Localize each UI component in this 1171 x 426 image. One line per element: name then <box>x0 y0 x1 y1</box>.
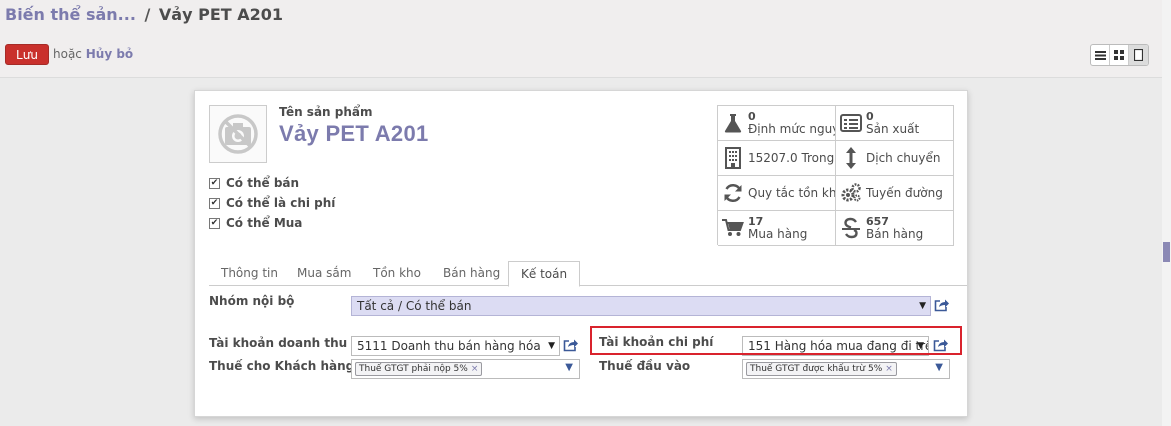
strikethrough-icon <box>840 217 862 239</box>
customer-taxes-label: Thuế cho Khách hàng <box>209 359 355 373</box>
can-be-sold-row: ✔ Có thể bán <box>209 173 335 193</box>
remove-tag-icon[interactable]: × <box>471 364 479 374</box>
routes-label: Tuyến đường <box>866 185 943 200</box>
purchases-label: Mua hàng <box>748 227 808 241</box>
breadcrumb-parent-link[interactable]: Biến thể sản... <box>5 5 136 24</box>
on-hand-label: 15207.0 Trong kh <box>748 150 835 165</box>
form-sheet: Tên sản phẩm Vảy PET A201 ✔ Có thể bán ✔… <box>194 90 968 417</box>
internal-category-select[interactable]: Tất cả / Có thể bán ▼ <box>351 296 931 316</box>
product-name-label: Tên sản phẩm <box>279 105 373 119</box>
chevron-down-icon: ▼ <box>919 301 926 311</box>
list-view-button[interactable] <box>1091 45 1110 65</box>
vendor-tax-tag: Thuế GTGT được khấu trừ 5% × <box>746 362 897 376</box>
manufacturing-label: Sản xuất <box>866 122 920 136</box>
manufacturing-button[interactable]: 0 Sản xuất <box>836 106 954 141</box>
discard-button[interactable]: Hủy bỏ <box>86 47 133 61</box>
external-link-icon[interactable] <box>562 337 580 353</box>
tab-information[interactable]: Thông tin <box>209 261 290 286</box>
smart-buttons: 0Định mức nguyên 0Sản xuất 15207.0 Trong… <box>717 105 954 246</box>
reordering-rules-button[interactable]: Quy tắc tồn kho <box>718 176 836 211</box>
customer-taxes-field[interactable]: Thuế GTGT phải nộp 5% × ▼ <box>351 359 580 379</box>
bom-button[interactable]: 0Định mức nguyên <box>718 106 836 141</box>
scrollbar[interactable] <box>1162 0 1171 426</box>
no-image-camera-icon <box>218 114 258 154</box>
product-image[interactable] <box>209 105 267 163</box>
list-alt-icon <box>840 112 862 134</box>
can-be-purchased-checkbox[interactable]: ✔ <box>209 217 220 229</box>
can-be-purchased-label: Có thể Mua <box>226 216 303 230</box>
chevron-down-icon[interactable]: ▼ <box>935 362 943 373</box>
can-be-expensed-label: Có thể là chi phí <box>226 196 336 210</box>
notebook-tabs: Thông tin Mua sắm Tồn kho Bán hàng Kế to… <box>209 257 967 287</box>
can-be-sold-checkbox[interactable]: ✔ <box>209 177 220 189</box>
breadcrumb-current: Vảy PET A201 <box>158 5 284 24</box>
tab-accounting[interactable]: Kế toán <box>508 261 581 287</box>
breadcrumb: Biến thể sản... / Vảy PET A201 <box>5 5 283 24</box>
product-checkboxes: ✔ Có thể bán ✔ Có thể là chi phí ✔ Có th… <box>209 173 335 233</box>
purchases-button[interactable]: 17 Mua hàng <box>718 211 836 246</box>
can-be-expensed-row: ✔ Có thể là chi phí <box>209 193 335 213</box>
tab-sales[interactable]: Bán hàng <box>431 261 512 286</box>
vendor-taxes-label: Thuế đầu vào <box>599 359 691 373</box>
income-account-value: 5111 Doanh thu bán hàng hóa <box>357 339 541 353</box>
routes-button[interactable]: Tuyến đường <box>836 176 954 211</box>
can-be-purchased-row: ✔ Có thể Mua <box>209 213 335 233</box>
or-discard-text: hoặc Hủy bỏ <box>53 47 133 61</box>
income-account-select[interactable]: 5111 Doanh thu bán hàng hóa ▼ <box>351 336 560 356</box>
income-account-label: Tài khoản doanh thu <box>209 336 348 350</box>
moves-button[interactable]: Dịch chuyển <box>836 141 954 176</box>
reordering-rules-label: Quy tắc tồn kho <box>748 185 836 200</box>
bom-label: Định mức nguyên <box>748 122 835 136</box>
external-link-icon[interactable] <box>933 297 951 313</box>
form-view-icon <box>1134 49 1143 61</box>
flask-icon <box>722 112 744 134</box>
or-label: hoặc <box>53 47 82 61</box>
kanban-view-icon <box>1114 50 1124 60</box>
tab-procurement[interactable]: Mua sắm <box>285 261 363 286</box>
chevron-down-icon: ▼ <box>548 341 555 351</box>
internal-category-label: Nhóm nội bộ <box>209 294 295 308</box>
chevron-down-icon[interactable]: ▼ <box>565 362 573 373</box>
cart-icon <box>722 217 744 239</box>
remove-tag-icon[interactable]: × <box>885 364 893 374</box>
building-icon <box>722 147 744 169</box>
cogs-icon <box>840 182 862 204</box>
kanban-view-button[interactable] <box>1110 45 1129 65</box>
customer-tax-tag: Thuế GTGT phải nộp 5% × <box>355 362 483 376</box>
internal-category-value: Tất cả / Có thể bán <box>357 299 472 313</box>
save-button[interactable]: Lưu <box>5 44 49 65</box>
moves-label: Dịch chuyển <box>866 150 941 165</box>
can-be-expensed-checkbox[interactable]: ✔ <box>209 197 220 209</box>
sales-label: Bán hàng <box>866 227 924 241</box>
refresh-icon <box>722 182 744 204</box>
arrows-v-icon <box>840 147 862 169</box>
form-view-button[interactable] <box>1129 45 1148 65</box>
tab-inventory[interactable]: Tồn kho <box>361 261 433 286</box>
control-panel: Biến thể sản... / Vảy PET A201 Lưu hoặc … <box>0 0 1162 78</box>
can-be-sold-label: Có thể bán <box>226 176 300 190</box>
highlight-box <box>590 326 962 355</box>
list-view-icon <box>1094 50 1106 60</box>
scrollbar-thumb[interactable] <box>1163 242 1170 262</box>
view-switcher <box>1090 44 1149 66</box>
sales-button[interactable]: 657 Bán hàng <box>836 211 954 246</box>
on-hand-button[interactable]: 15207.0 Trong kh <box>718 141 836 176</box>
product-name-field[interactable]: Vảy PET A201 <box>279 121 429 147</box>
vendor-taxes-field[interactable]: Thuế GTGT được khấu trừ 5% × ▼ <box>742 359 950 379</box>
breadcrumb-separator: / <box>144 5 151 24</box>
